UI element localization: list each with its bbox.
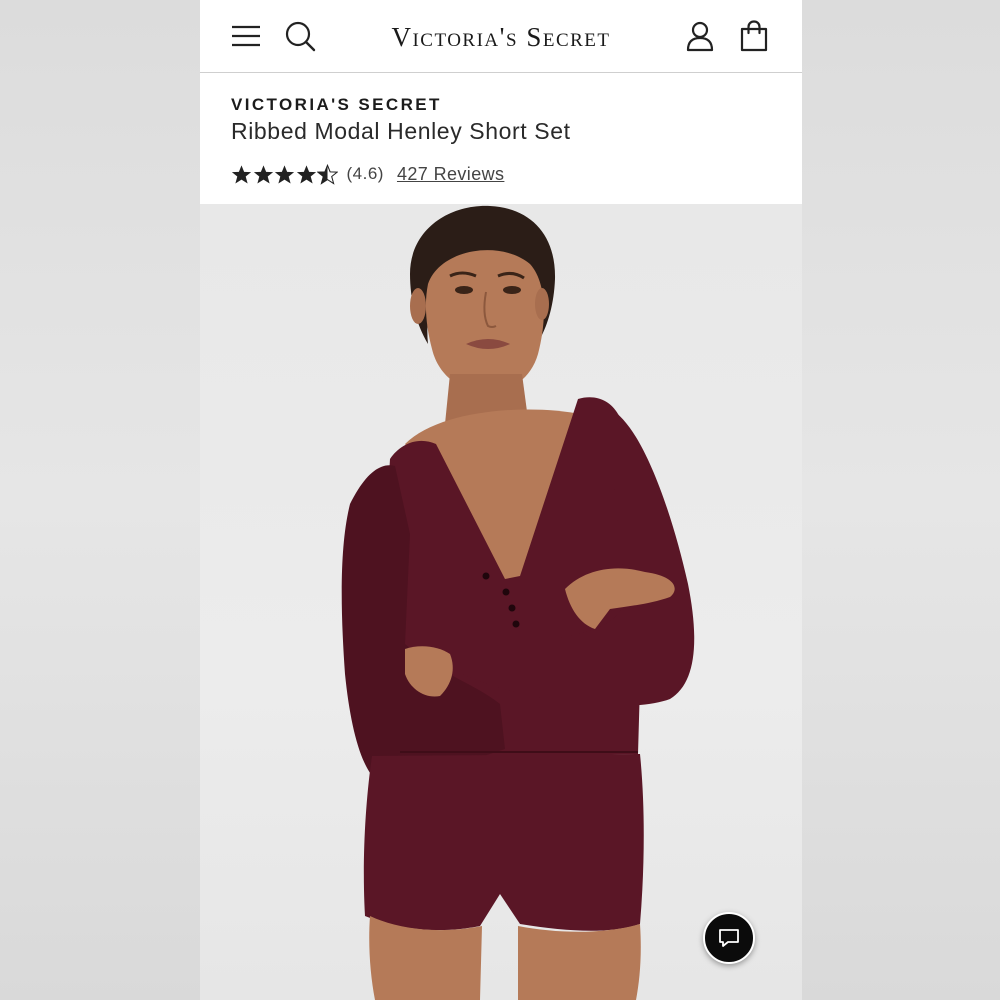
star-rating[interactable] <box>231 163 339 185</box>
half-star-icon <box>317 163 338 185</box>
menu-button[interactable] <box>228 18 264 54</box>
search-icon <box>285 21 316 52</box>
chat-button[interactable] <box>703 912 755 964</box>
ear <box>535 288 549 320</box>
model-illustration <box>341 205 695 1000</box>
product-title: Ribbed Modal Henley Short Set <box>231 118 571 144</box>
background-right <box>800 0 1000 1000</box>
star-icon <box>231 164 252 185</box>
button <box>512 620 520 628</box>
eye <box>455 286 473 294</box>
reviews-link[interactable]: 427 Reviews <box>397 164 504 185</box>
face <box>425 250 544 393</box>
product-info: VICTORIA'S SECRET Ribbed Modal Henley Sh… <box>200 73 802 204</box>
leg <box>518 924 641 1000</box>
account-icon <box>686 21 714 52</box>
shorts <box>363 754 644 931</box>
shopping-bag-icon <box>740 20 768 52</box>
site-header: Victoria's Secret <box>200 0 802 73</box>
product-image[interactable] <box>200 204 802 1000</box>
mobile-page: Victoria's Secret VICTORIA'S SECRET Ribb… <box>200 0 802 1000</box>
search-button[interactable] <box>282 18 318 54</box>
brand-logo[interactable]: Victoria's Secret <box>350 20 652 54</box>
button <box>482 572 490 580</box>
button <box>508 604 516 612</box>
chat-bubble-icon <box>719 929 739 947</box>
account-button[interactable] <box>682 18 718 54</box>
shopping-bag-button[interactable] <box>736 18 772 54</box>
star-icon <box>253 164 274 185</box>
ear <box>410 288 426 324</box>
background-left <box>0 0 200 1000</box>
eye <box>503 286 521 294</box>
star-icon <box>274 164 295 185</box>
button <box>502 588 510 596</box>
rating-value: (4.6) <box>346 164 384 183</box>
menu-icon <box>232 25 260 47</box>
product-brand: VICTORIA'S SECRET <box>231 95 442 114</box>
rating-row: (4.6) 427 Reviews <box>231 161 504 187</box>
star-icon <box>296 164 317 185</box>
